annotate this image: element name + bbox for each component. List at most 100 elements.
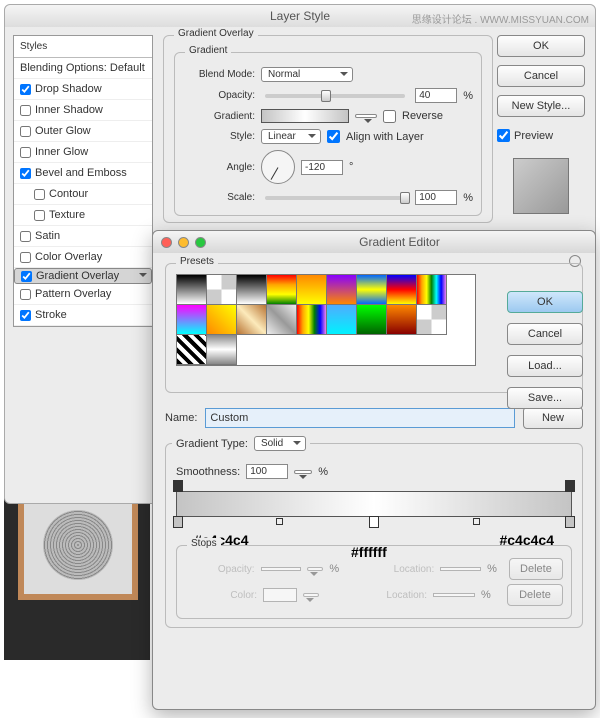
style-checkbox[interactable]	[20, 105, 31, 116]
ge-save-button[interactable]: Save...	[507, 387, 583, 409]
style-checkbox[interactable]	[20, 252, 31, 263]
preset-swatch[interactable]	[267, 275, 297, 305]
preset-swatch[interactable]	[237, 305, 267, 335]
style-item-outer-glow[interactable]: Outer Glow	[14, 121, 152, 142]
stop-location2-label: Location:	[355, 590, 427, 601]
align-checkbox[interactable]	[327, 130, 340, 143]
group-legend: Gradient Overlay	[174, 28, 258, 39]
preset-swatch[interactable]	[417, 275, 447, 305]
preset-swatch[interactable]	[417, 305, 447, 335]
preset-swatch[interactable]	[387, 305, 417, 335]
blending-options-default[interactable]: Blending Options: Default	[14, 58, 152, 79]
style-item-color-overlay[interactable]: Color Overlay	[14, 247, 152, 268]
style-item-gradient-overlay[interactable]: Gradient Overlay	[14, 268, 152, 284]
preview-checkbox[interactable]	[497, 129, 510, 142]
angle-input[interactable]: -120	[301, 160, 343, 175]
stop-color-menu[interactable]	[303, 593, 319, 597]
opacity-input[interactable]: 40	[415, 88, 457, 103]
scale-slider[interactable]	[265, 196, 405, 200]
type-select[interactable]: Solid	[254, 436, 306, 451]
style-item-texture[interactable]: Texture	[14, 205, 152, 226]
style-item-contour[interactable]: Contour	[14, 184, 152, 205]
preset-swatch[interactable]	[267, 305, 297, 335]
gradient-swatch[interactable]	[261, 109, 349, 123]
opacity-stop[interactable]	[173, 480, 183, 492]
close-icon[interactable]	[161, 237, 172, 248]
color-stop[interactable]	[565, 516, 575, 528]
style-item-pattern-overlay[interactable]: Pattern Overlay	[14, 284, 152, 305]
reverse-checkbox[interactable]	[383, 110, 396, 123]
new-style-button[interactable]: New Style...	[497, 95, 585, 117]
type-label: Gradient Type:	[176, 438, 248, 450]
delete-color-stop-button[interactable]: Delete	[507, 584, 563, 606]
style-select[interactable]: Linear	[261, 129, 321, 144]
gradient-type-group: Gradient Type: Solid Smoothness: 100 % #…	[165, 443, 583, 628]
style-checkbox[interactable]	[20, 84, 31, 95]
ge-ok-button[interactable]: OK	[507, 291, 583, 313]
style-label: Style:	[183, 131, 255, 142]
style-item-bevel-and-emboss[interactable]: Bevel and Emboss	[14, 163, 152, 184]
ok-button[interactable]: OK	[497, 35, 585, 57]
preset-swatch[interactable]	[297, 305, 327, 335]
preset-grid	[176, 274, 476, 366]
style-checkbox[interactable]	[20, 147, 31, 158]
preset-swatch[interactable]	[177, 275, 207, 305]
style-checkbox[interactable]	[21, 271, 32, 282]
style-item-drop-shadow[interactable]: Drop Shadow	[14, 79, 152, 100]
name-input[interactable]	[205, 408, 515, 428]
smooth-menu[interactable]	[294, 470, 312, 474]
midpoint-icon[interactable]	[276, 518, 283, 525]
gradient-legend: Gradient	[185, 45, 231, 56]
preset-swatch[interactable]	[177, 305, 207, 335]
preset-swatch[interactable]	[207, 275, 237, 305]
style-checkbox[interactable]	[34, 189, 45, 200]
style-checkbox[interactable]	[20, 168, 31, 179]
angle-dial[interactable]	[261, 150, 295, 184]
preset-swatch[interactable]	[237, 275, 267, 305]
cancel-button[interactable]: Cancel	[497, 65, 585, 87]
preset-swatch[interactable]	[387, 275, 417, 305]
style-checkbox[interactable]	[34, 210, 45, 221]
preset-swatch[interactable]	[327, 305, 357, 335]
preset-swatch[interactable]	[177, 335, 207, 365]
opacity-slider[interactable]	[265, 94, 405, 98]
titlebar[interactable]: Gradient Editor	[153, 231, 595, 253]
style-item-inner-glow[interactable]: Inner Glow	[14, 142, 152, 163]
blend-mode-select[interactable]: Normal	[261, 67, 353, 82]
styles-header[interactable]: Styles	[14, 36, 152, 58]
stop-opacity-input[interactable]	[261, 567, 302, 571]
preset-swatch[interactable]	[357, 305, 387, 335]
style-item-inner-shadow[interactable]: Inner Shadow	[14, 100, 152, 121]
color-stop[interactable]	[173, 516, 183, 528]
style-checkbox[interactable]	[20, 310, 31, 321]
smooth-input[interactable]: 100	[246, 464, 288, 479]
ge-new-button[interactable]: New	[523, 407, 583, 429]
gradient-bar[interactable]	[176, 491, 572, 517]
stop-color-swatch[interactable]	[263, 588, 297, 602]
stop-location2-input[interactable]	[433, 593, 475, 597]
preset-swatch[interactable]	[327, 275, 357, 305]
opacity-stop[interactable]	[565, 480, 575, 492]
color-stop[interactable]	[369, 516, 379, 528]
style-checkbox[interactable]	[20, 126, 31, 137]
delete-opacity-stop-button[interactable]: Delete	[509, 558, 563, 580]
preset-swatch[interactable]	[207, 335, 237, 365]
style-item-satin[interactable]: Satin	[14, 226, 152, 247]
ge-cancel-button[interactable]: Cancel	[507, 323, 583, 345]
style-checkbox[interactable]	[20, 231, 31, 242]
style-item-stroke[interactable]: Stroke	[14, 305, 152, 326]
minimize-icon[interactable]	[178, 237, 189, 248]
style-checkbox[interactable]	[20, 289, 31, 300]
gradient-menu[interactable]	[355, 114, 377, 118]
preset-swatch[interactable]	[207, 305, 237, 335]
preset-swatch[interactable]	[297, 275, 327, 305]
scale-input[interactable]: 100	[415, 190, 457, 205]
preset-swatch[interactable]	[357, 275, 387, 305]
stop-location-input[interactable]	[440, 567, 481, 571]
smooth-label: Smoothness:	[176, 466, 240, 478]
styles-list: Styles Blending Options: Default Drop Sh…	[13, 35, 153, 327]
zoom-icon[interactable]	[195, 237, 206, 248]
midpoint-icon[interactable]	[473, 518, 480, 525]
stop-opacity-menu[interactable]	[307, 567, 323, 571]
ge-load-button[interactable]: Load...	[507, 355, 583, 377]
